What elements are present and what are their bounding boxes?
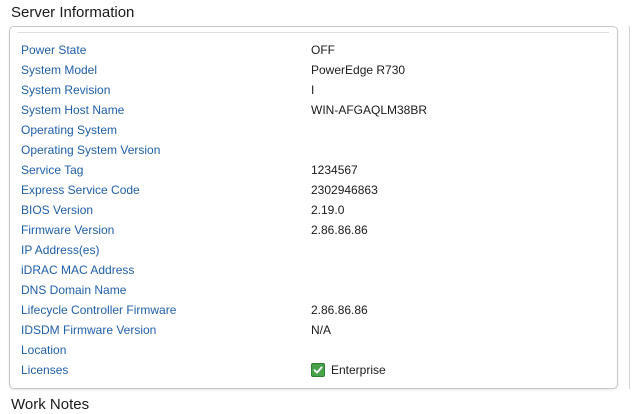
idsdm-firmware-version-value: N/A	[311, 323, 332, 337]
info-row-idsdm-firmware-version: IDSDM Firmware Version N/A	[21, 320, 609, 340]
check-icon	[311, 363, 325, 377]
express-service-code-label: Express Service Code	[21, 183, 140, 197]
info-row-location: Location	[21, 340, 609, 360]
panel-divider	[18, 32, 609, 33]
server-info-panel: Power State OFF System Model PowerEdge R…	[9, 26, 618, 389]
info-row-system-host-name: System Host Name WIN-AFGAQLM38BR	[21, 100, 609, 120]
power-state-label: Power State	[21, 43, 87, 57]
service-tag-value: 1234567	[311, 163, 358, 177]
system-revision-label: System Revision	[21, 83, 111, 97]
info-row-bios-version: BIOS Version 2.19.0	[21, 200, 609, 220]
info-row-firmware-version: Firmware Version 2.86.86.86	[21, 220, 609, 240]
idrac-mac-address-label: iDRAC MAC Address	[21, 263, 135, 277]
info-row-licenses: Licenses Enterprise	[21, 360, 609, 380]
operating-system-label: Operating System	[21, 123, 118, 137]
operating-system-version-label: Operating System Version	[21, 143, 161, 157]
info-row-system-model: System Model PowerEdge R730	[21, 60, 609, 80]
location-label: Location	[21, 343, 67, 357]
bios-version-value: 2.19.0	[311, 203, 345, 217]
firmware-version-label: Firmware Version	[21, 223, 115, 237]
idsdm-firmware-version-label: IDSDM Firmware Version	[21, 323, 157, 337]
info-row-idrac-mac-address: iDRAC MAC Address	[21, 260, 609, 280]
power-state-value: OFF	[311, 43, 335, 57]
system-model-label: System Model	[21, 63, 98, 77]
firmware-version-value: 2.86.86.86	[311, 223, 368, 237]
system-host-name-value: WIN-AFGAQLM38BR	[311, 103, 428, 117]
info-row-power-state: Power State OFF	[21, 40, 609, 60]
info-row-system-revision: System Revision I	[21, 80, 609, 100]
info-row-service-tag: Service Tag 1234567	[21, 160, 609, 180]
info-row-ip-addresses: IP Address(es)	[21, 240, 609, 260]
licenses-value-wrapper: Enterprise	[311, 360, 386, 380]
info-row-operating-system: Operating System	[21, 120, 609, 140]
service-tag-label: Service Tag	[21, 163, 84, 177]
licenses-label: Licenses	[21, 363, 69, 377]
licenses-value: Enterprise	[331, 363, 386, 377]
bios-version-label: BIOS Version	[21, 203, 94, 217]
info-row-dns-domain-name: DNS Domain Name	[21, 280, 609, 300]
lifecycle-controller-firmware-value: 2.86.86.86	[311, 303, 368, 317]
section-title: Server Information	[11, 4, 135, 21]
ip-addresses-label: IP Address(es)	[21, 243, 100, 257]
system-host-name-label: System Host Name	[21, 103, 125, 117]
system-model-value: PowerEdge R730	[311, 63, 406, 77]
dns-domain-name-label: DNS Domain Name	[21, 283, 127, 297]
server-info-list: Power State OFF System Model PowerEdge R…	[21, 40, 609, 380]
lifecycle-controller-firmware-label: Lifecycle Controller Firmware	[21, 303, 177, 317]
system-revision-value: I	[311, 83, 315, 97]
adjacent-panel-edge	[629, 26, 633, 389]
info-row-operating-system-version: Operating System Version	[21, 140, 609, 160]
express-service-code-value: 2302946863	[311, 183, 378, 197]
info-row-lifecycle-controller-firmware: Lifecycle Controller Firmware 2.86.86.86	[21, 300, 609, 320]
info-row-express-service-code: Express Service Code 2302946863	[21, 180, 609, 200]
next-section-title: Work Notes	[11, 396, 90, 413]
